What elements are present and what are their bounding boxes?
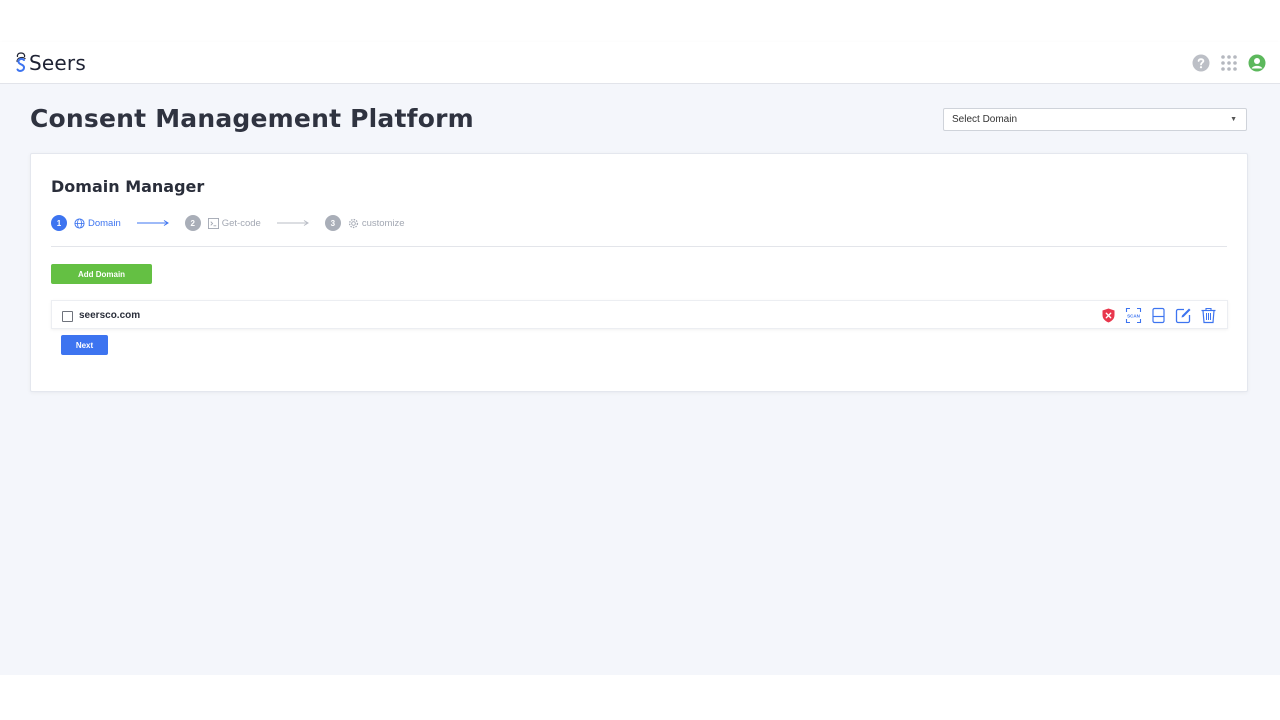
step-3-number[interactable]: 3 [324, 215, 341, 231]
blocked-shield-icon[interactable] [1100, 307, 1117, 324]
globe-icon [74, 217, 85, 229]
step-3-label[interactable]: customize [362, 218, 405, 229]
domain-manager-card: Domain Manager 1 Domain 2 Get-code 3 cus… [30, 153, 1248, 392]
user-account-icon[interactable] [1248, 54, 1266, 72]
trash-icon[interactable] [1200, 307, 1217, 324]
brand-name: Seers [29, 51, 86, 75]
step-arrow-icon [136, 220, 169, 226]
step-arrow-icon [276, 220, 309, 226]
page-title: Consent Management Platform [30, 104, 474, 133]
step-1-label[interactable]: Domain [88, 218, 121, 229]
section-divider [51, 246, 1227, 247]
chevron-down-icon: ▼ [1230, 116, 1237, 123]
step-2-number[interactable]: 2 [184, 215, 201, 231]
step-1-number[interactable]: 1 [51, 215, 67, 231]
layout-icon[interactable] [1150, 307, 1167, 324]
brand-logo[interactable]: Seers [14, 51, 86, 75]
bottom-blank-area [0, 675, 1280, 720]
apps-grid-icon[interactable] [1220, 54, 1238, 72]
top-navbar: Seers [0, 42, 1280, 84]
setup-stepper: 1 Domain 2 Get-code 3 customize [51, 215, 405, 231]
code-terminal-icon [207, 217, 219, 229]
card-title: Domain Manager [51, 177, 205, 196]
edit-icon[interactable] [1175, 307, 1192, 324]
top-blank-area [0, 0, 1280, 42]
domain-name: seersco.com [79, 310, 141, 321]
domain-select-value: Select Domain [952, 114, 1018, 125]
page-content: Consent Management Platform Select Domai… [0, 84, 1280, 675]
domain-row-actions: SCAN [1100, 307, 1217, 324]
help-icon[interactable] [1192, 54, 1210, 72]
domain-select-dropdown[interactable]: Select Domain ▼ [943, 108, 1247, 131]
seers-logo-icon [16, 52, 26, 72]
header-actions [1192, 54, 1266, 72]
domain-select-checkbox[interactable] [62, 311, 73, 322]
gear-icon [348, 218, 358, 228]
domain-list-item: seersco.com SCAN [51, 300, 1228, 329]
scan-icon[interactable]: SCAN [1125, 307, 1142, 324]
svg-text:SCAN: SCAN [1127, 314, 1140, 319]
next-button[interactable]: Next [61, 335, 108, 355]
step-2-label[interactable]: Get-code [222, 218, 261, 229]
add-domain-button[interactable]: Add Domain [51, 264, 152, 284]
